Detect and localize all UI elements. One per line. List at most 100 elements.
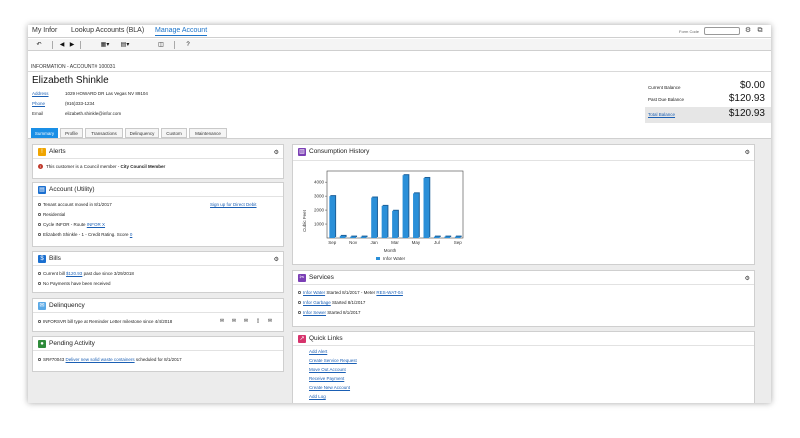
- bar: [444, 236, 451, 238]
- back-icon[interactable]: ↶: [34, 40, 44, 50]
- phone-link[interactable]: Phone: [32, 101, 45, 106]
- link-icon: ↗: [298, 335, 306, 343]
- tab-my-infor[interactable]: My Infor: [32, 27, 57, 34]
- tab-lookup-accounts[interactable]: Lookup Accounts (BLA): [71, 27, 144, 34]
- credit-score-link[interactable]: 0: [130, 232, 133, 237]
- total-balance-link[interactable]: Total Balance: [648, 112, 675, 117]
- past-due-balance-value: $120.93: [728, 93, 765, 104]
- address-value: 1029 HOWARD DR Las Vegas NV 89104: [65, 91, 148, 96]
- subtab-transactions[interactable]: Transactions: [85, 128, 123, 138]
- x-tick-label: Mar: [391, 240, 399, 245]
- address-link[interactable]: Address: [32, 91, 49, 96]
- settings-icon[interactable]: ⚙: [744, 27, 752, 35]
- cycle-text: Cycle INFOR - Route: [43, 222, 86, 227]
- quick-links-title: Quick Links: [309, 335, 343, 342]
- letter-action-icon[interactable]: ✉: [243, 318, 249, 324]
- app-tab-bar: My Infor Lookup Accounts (BLA) Manage Ac…: [28, 25, 771, 38]
- next-record-icon[interactable]: ▶: [68, 40, 76, 50]
- bar: [381, 205, 388, 238]
- form-code-input[interactable]: [704, 27, 740, 35]
- alerts-title: Alerts: [49, 148, 66, 155]
- account-moved-text: Tenant account moved in 8/1/2017: [43, 202, 112, 207]
- alerts-panel: ! Alerts ⚙ ! This customer is a Council m…: [32, 144, 284, 179]
- credit-rating-text: Elizabeth Shinkle - 1 - Credit Rating. S…: [43, 232, 129, 237]
- document-action-icon[interactable]: ▯: [255, 318, 261, 324]
- delinquency-text: INFORSVR bill type at Reminder Letter mi…: [43, 319, 173, 324]
- subtab-custom[interactable]: Custom: [161, 128, 187, 138]
- letter-action-icon[interactable]: ✉: [231, 318, 237, 324]
- pending-activity-link[interactable]: Deliver new solid waste containers: [66, 357, 135, 362]
- quick-link-create-service-request[interactable]: Create Service Request: [309, 358, 357, 363]
- x-axis-label: Month: [384, 248, 397, 253]
- view-icon[interactable]: ◫: [156, 40, 166, 50]
- quick-link-receive-payment[interactable]: Receive Payment: [309, 376, 344, 381]
- services-title: Services: [309, 274, 334, 281]
- bar: [433, 236, 440, 238]
- bar: [454, 236, 461, 238]
- bar: [423, 177, 430, 238]
- past-due-balance-label: Past Due Balance: [648, 97, 685, 102]
- summary-content: ! Alerts ⚙ ! This customer is a Council m…: [28, 138, 771, 403]
- bills-title: Bills: [49, 255, 61, 262]
- pending-activity-panel: ● Pending Activity SR#70043 Deliver new …: [32, 336, 284, 372]
- service-link[interactable]: Infor Garbage: [303, 300, 331, 305]
- x-tick-label: Jan: [370, 240, 378, 245]
- service-link[interactable]: Infor Sewer: [303, 310, 326, 315]
- alert-row: ! This customer is a Council member - Cit…: [38, 164, 166, 170]
- quick-link-add-log[interactable]: Add Log: [309, 394, 326, 399]
- bills-settings-icon[interactable]: ⚙: [274, 256, 279, 263]
- error-icon: !: [38, 164, 43, 170]
- current-balance-label: Current Balance: [648, 85, 681, 90]
- email-value: elizabeth.shinkle@infor.com: [65, 111, 122, 116]
- delinquency-title: Delinquency: [49, 302, 85, 309]
- phone-value: (916)333-1234: [65, 101, 95, 106]
- y-tick-label: 1000: [314, 222, 325, 227]
- app-window: My Infor Lookup Accounts (BLA) Manage Ac…: [28, 25, 771, 403]
- y-tick-label: 2000: [314, 208, 325, 213]
- email-label: Email: [32, 111, 44, 116]
- quick-link-move-out-account[interactable]: Move Out Account: [309, 367, 346, 372]
- x-tick-label: May: [412, 240, 421, 245]
- meter-link[interactable]: RES-WAT-04: [376, 290, 403, 295]
- no-payments-text: No Payments have been received: [43, 281, 111, 286]
- quick-link-create-new-account[interactable]: Create New Account: [309, 385, 350, 390]
- total-balance-value: $120.93: [728, 108, 765, 119]
- alerts-settings-icon[interactable]: ⚙: [274, 149, 279, 156]
- service-link[interactable]: Infor Water: [303, 290, 325, 295]
- customer-name: Elizabeth Shinkle: [32, 75, 109, 86]
- letter-action-icon[interactable]: ✉: [267, 318, 273, 324]
- route-link[interactable]: INFOR X: [87, 222, 105, 227]
- form-menu-icon[interactable]: ▤▾: [118, 40, 132, 50]
- tab-manage-account[interactable]: Manage Account: [155, 27, 208, 36]
- services-panel: ✂ Services ⚙ Infor Water Started 8/1/201…: [292, 270, 755, 327]
- current-bill-amount-link[interactable]: $120.93: [66, 271, 82, 276]
- previous-record-icon[interactable]: ◀: [58, 40, 66, 50]
- grid-menu-icon[interactable]: ▦▾: [98, 40, 112, 50]
- help-icon[interactable]: ?: [184, 40, 192, 50]
- x-tick-label: Sep: [454, 240, 463, 245]
- x-tick-label: Jul: [434, 240, 440, 245]
- subtab-delinquency[interactable]: Delinquency: [125, 128, 159, 138]
- account-type-text: Residential: [43, 212, 66, 217]
- quick-link-add-alert[interactable]: Add Alert: [309, 349, 327, 354]
- letter-action-icon[interactable]: ✉: [219, 318, 225, 324]
- warning-icon: !: [38, 148, 46, 156]
- service-row: Infor Water Started 8/1/2017 - Meter RES…: [298, 290, 403, 295]
- subtab-summary[interactable]: Summary: [31, 128, 58, 138]
- pending-activity-icon: ●: [38, 340, 46, 348]
- direct-debit-link[interactable]: Sign up for Direct Debit: [210, 202, 257, 207]
- delinquency-icon: ✉: [38, 302, 46, 310]
- y-tick-label: 3000: [314, 194, 325, 199]
- window-icon[interactable]: ⧉: [756, 27, 764, 35]
- services-settings-icon[interactable]: ⚙: [745, 275, 750, 282]
- toolbar: ↶ ◀ ▶ ▦▾ ▤▾ ◫ ?: [28, 39, 771, 51]
- bar: [392, 210, 398, 238]
- account-info-header: INFORMATION - ACCOUNT# 100031: [31, 64, 116, 70]
- service-row: Infor Sewer Started 8/1/2017: [298, 310, 361, 315]
- account-title: Account (Utility): [49, 186, 95, 193]
- subtab-maintenance[interactable]: Maintenance: [189, 128, 227, 138]
- y-tick-label: 4000: [314, 180, 325, 185]
- subtab-profile[interactable]: Profile: [60, 128, 83, 138]
- bar: [360, 236, 367, 238]
- services-icon: ✂: [298, 274, 306, 282]
